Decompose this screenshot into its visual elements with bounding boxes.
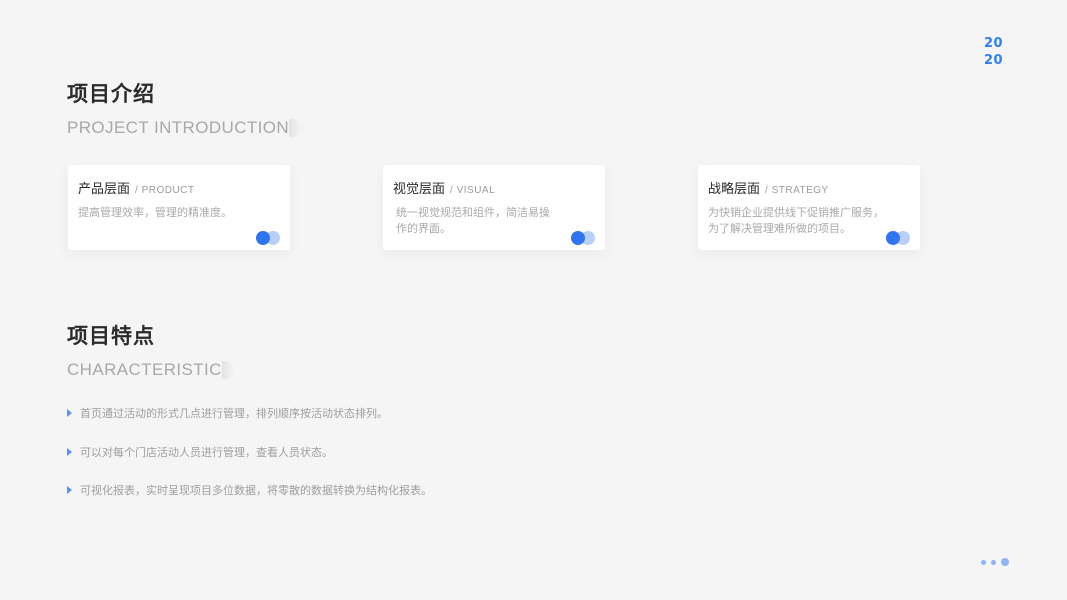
feature-item: 可视化报表，实时呈现项目多位数据，将零散的数据转换为结构化报表。: [67, 482, 432, 498]
year-line-2: 20: [984, 53, 1004, 68]
card-header: 视觉层面 / VISUAL: [393, 178, 495, 197]
page-indicator[interactable]: [981, 558, 1009, 566]
page-dot-active[interactable]: [1001, 558, 1009, 566]
toggle-dots-icon: [886, 231, 910, 245]
feature-text: 首页通过活动的形式几点进行管理，排列顺序按活动状态排列。: [80, 407, 388, 420]
year-line-1: 20: [984, 36, 1004, 51]
triangle-bullet-icon: [67, 409, 72, 417]
card-tag: / STRATEGY: [765, 185, 829, 196]
card-title: 产品层面: [78, 182, 131, 197]
card-header: 战略层面 / STRATEGY: [708, 178, 829, 197]
card-title: 战略层面: [708, 182, 761, 197]
card-title: 视觉层面: [393, 182, 446, 197]
triangle-bullet-icon: [67, 448, 72, 456]
card-strategy: 战略层面 / STRATEGY 为快销企业提供线下促销推广服务，为了解决管理难所…: [698, 165, 920, 250]
feature-item: 可以对每个门店活动人员进行管理，查看人员状态。: [67, 444, 333, 460]
card-header: 产品层面 / PRODUCT: [78, 178, 195, 197]
feature-text: 可视化报表，实时呈现项目多位数据，将零散的数据转换为结构化报表。: [80, 484, 432, 497]
year-badge: 20 20: [984, 35, 1003, 69]
toggle-dots-icon: [256, 231, 280, 245]
card-description: 提高管理效率，管理的精准度。: [78, 206, 232, 219]
features-subtitle: CHARACTERISTIC: [67, 360, 234, 380]
features-title: 项目特点: [67, 324, 155, 348]
page-dot[interactable]: [981, 559, 986, 565]
toggle-dots-icon: [571, 231, 595, 245]
feature-item: 首页通过活动的形式几点进行管理，排列顺序按活动状态排列。: [67, 405, 388, 421]
feature-text: 可以对每个门店活动人员进行管理，查看人员状态。: [80, 446, 333, 459]
triangle-bullet-icon: [67, 486, 72, 494]
intro-subtitle: PROJECT INTRODUCTION: [67, 118, 302, 138]
card-description: 统一视觉规范和组件，简洁易操作的界面。: [396, 206, 550, 235]
page-dot[interactable]: [991, 559, 996, 565]
features-subtitle-text: CHARACTERISTIC: [67, 360, 222, 379]
half-moon-icon: [221, 361, 234, 379]
half-moon-icon: [289, 119, 302, 137]
intro-subtitle-text: PROJECT INTRODUCTION: [67, 118, 290, 137]
card-tag: / VISUAL: [450, 185, 496, 196]
card-visual: 视觉层面 / VISUAL 统一视觉规范和组件，简洁易操作的界面。: [383, 165, 605, 250]
card-product: 产品层面 / PRODUCT 提高管理效率，管理的精准度。: [68, 165, 290, 250]
card-description: 为快销企业提供线下促销推广服务，为了解决管理难所做的项目。: [708, 206, 884, 235]
card-tag: / PRODUCT: [135, 185, 195, 196]
intro-title: 项目介绍: [67, 82, 155, 106]
